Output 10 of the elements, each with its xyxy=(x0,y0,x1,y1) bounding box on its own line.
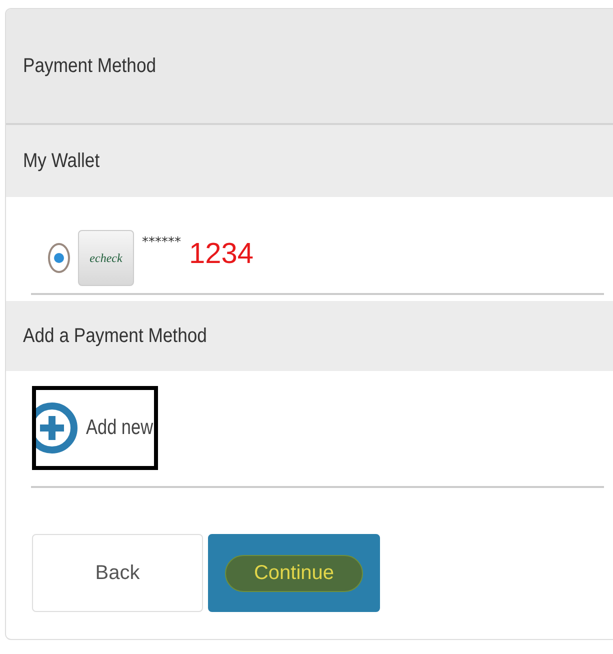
masked-number: ****** xyxy=(142,235,181,250)
section-title: My Wallet xyxy=(23,150,100,172)
account-last-digits: 1234 xyxy=(189,238,254,270)
section-title: Add a Payment Method xyxy=(23,324,207,348)
add-new-button[interactable]: Add new xyxy=(32,386,158,470)
radio-button[interactable] xyxy=(48,243,70,273)
continue-button[interactable]: Continue xyxy=(208,534,380,612)
page-title: Payment Method xyxy=(23,54,156,78)
logo-text: echeck xyxy=(90,250,122,266)
back-button[interactable]: Back xyxy=(32,534,203,612)
